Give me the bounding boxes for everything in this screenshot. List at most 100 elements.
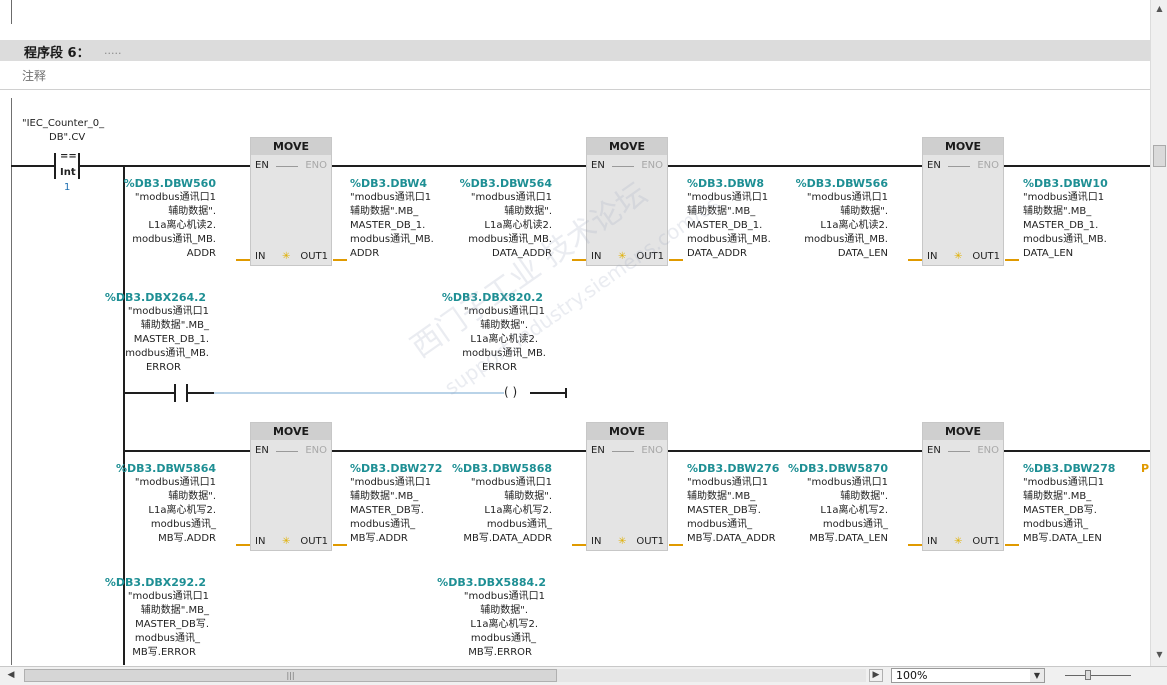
eno-pin: ENO: [641, 445, 663, 456]
operand-line: "modbus通讯口1: [134, 192, 216, 203]
zoom-select[interactable]: 100% ▼: [891, 668, 1045, 683]
operand-line: "modbus通讯口1: [127, 591, 209, 602]
operand-line: "modbus通讯口1: [806, 192, 888, 203]
en-eno-line: [948, 451, 970, 452]
operand-line: "modbus通讯口1: [350, 477, 432, 488]
move-block[interactable]: MOVE EN ENO IN ✳ OUT1: [922, 137, 1004, 266]
top-area: [0, 0, 1150, 40]
operand-address[interactable]: %DB3.DBW5868: [452, 462, 552, 475]
horizontal-scroll-thumb[interactable]: |||: [24, 669, 557, 682]
network-title-placeholder[interactable]: .....: [104, 44, 121, 57]
operand-line: 辅助数据".: [168, 206, 216, 217]
operand-line: modbus通讯_: [150, 519, 216, 530]
operand-line: modbus通讯_: [350, 519, 416, 530]
operand-address[interactable]: %DB3.DBX5884.2: [437, 576, 546, 589]
operand-address[interactable]: %DB3.DBX292.2: [105, 576, 206, 589]
operand-address[interactable]: %DB3.DBW5870: [788, 462, 888, 475]
ladder-network[interactable]: "IEC_Counter_0_ DB".CV == Int 1 MOVE EN EN…: [0, 90, 1150, 665]
chevron-down-icon[interactable]: ▼: [1030, 669, 1044, 682]
operand-line: MASTER_DB写.: [1023, 505, 1097, 516]
operand-line: 辅助数据".MB_: [350, 206, 419, 217]
compare-op[interactable]: ==: [60, 150, 77, 164]
operand-line: MASTER_DB写.: [350, 505, 424, 516]
clipped-operand: P: [1141, 462, 1150, 475]
eno-pin: ENO: [641, 160, 663, 171]
operand-address[interactable]: %DB3.DBW4: [350, 177, 427, 190]
operand-line: L1a离心机写2.: [470, 619, 538, 630]
operand-line: DATA_ADDR: [687, 248, 747, 259]
wire: [530, 392, 566, 394]
move-block[interactable]: MOVE EN ENO IN ✳ OUT1: [250, 137, 332, 266]
sparkle-icon: ✳: [282, 536, 291, 547]
operand-line: 辅助数据".: [840, 491, 888, 502]
operand-line: 辅助数据".: [504, 206, 552, 217]
operand-line: "modbus通讯口1: [1023, 192, 1105, 203]
operand-address[interactable]: %DB3.DBW10: [1023, 177, 1108, 190]
move-block[interactable]: MOVE EN ENO IN ✳ OUT1: [922, 422, 1004, 551]
operand-address[interactable]: %DB3.DBW5864: [116, 462, 216, 475]
zoom-slider-handle[interactable]: [1085, 670, 1091, 680]
down-arrow-icon[interactable]: ▼: [1153, 650, 1166, 662]
operand-line: modbus通讯_: [486, 519, 552, 530]
network-title: 程序段 6：: [24, 46, 90, 61]
operand-line: MASTER_DB_1.: [1023, 220, 1099, 231]
operand-line: 辅助数据".MB_: [687, 491, 756, 502]
contact-tag-line2: DB".CV: [49, 132, 86, 143]
in-pin: IN: [255, 251, 266, 262]
operand-line: ADDR: [186, 248, 216, 259]
coil-symbol[interactable]: ( ): [504, 385, 517, 399]
comment-label[interactable]: 注释: [22, 67, 46, 84]
zoom-slider-track[interactable]: [1065, 675, 1131, 676]
operand-line: "modbus通讯口1: [470, 477, 552, 488]
vertical-scroll-thumb[interactable]: [1153, 145, 1166, 167]
operand-address[interactable]: %DB3.DBW8: [687, 177, 764, 190]
operand-address[interactable]: %DB3.DBW560: [124, 177, 216, 190]
out-connector: [669, 259, 683, 261]
operand-address[interactable]: %DB3.DBX264.2: [105, 291, 206, 304]
compare-value[interactable]: 1: [64, 181, 70, 195]
en-eno-line: [612, 451, 634, 452]
operand-address[interactable]: %DB3.DBW276: [687, 462, 779, 475]
operand-line: modbus通讯_MB.: [687, 234, 771, 245]
eno-pin: ENO: [977, 445, 999, 456]
up-arrow-icon[interactable]: ▲: [1153, 4, 1166, 16]
bottom-toolbar: ◀ ||| ▶ 100% ▼: [0, 666, 1167, 685]
operand-line: modbus通讯_: [134, 633, 200, 644]
operand-line: MB写.ADDR: [350, 533, 408, 544]
operand-address[interactable]: %DB3.DBW272: [350, 462, 442, 475]
operand-line: 辅助数据".MB_: [1023, 206, 1092, 217]
move-block[interactable]: MOVE EN ENO IN ✳ OUT1: [250, 422, 332, 551]
en-pin: EN: [255, 445, 269, 456]
out-pin: OUT1: [972, 536, 1000, 547]
operand-address[interactable]: %DB3.DBW566: [796, 177, 888, 190]
en-pin: EN: [255, 160, 269, 171]
eno-pin: ENO: [305, 160, 327, 171]
move-block[interactable]: MOVE EN ENO IN ✳ OUT1: [586, 422, 668, 551]
in-pin: IN: [591, 251, 602, 262]
operand-line: modbus通讯_: [1023, 519, 1089, 530]
sparkle-icon: ✳: [954, 536, 963, 547]
operand-line: "modbus通讯口1: [463, 591, 545, 602]
in-connector: [908, 259, 922, 261]
operand-line: 辅助数据".: [480, 605, 528, 616]
out-pin: OUT1: [636, 536, 664, 547]
compare-type[interactable]: Int: [60, 166, 76, 180]
network-header[interactable]: 程序段 6： .....: [0, 40, 1150, 61]
operand-address[interactable]: %DB3.DBW564: [460, 177, 552, 190]
network-comment[interactable]: 注释: [0, 61, 1150, 90]
operand-line: 辅助数据".: [504, 491, 552, 502]
out-pin: OUT1: [300, 251, 328, 262]
operand-address[interactable]: %DB3.DBW278: [1023, 462, 1115, 475]
left-arrow-icon[interactable]: ◀: [4, 669, 18, 682]
en-eno-line: [612, 166, 634, 167]
operand-line: modbus通讯_MB.: [125, 348, 209, 359]
operand-line: MB写.DATA_ADDR: [687, 533, 776, 544]
en-eno-line: [276, 166, 298, 167]
right-arrow-icon[interactable]: ▶: [869, 669, 883, 682]
in-connector: [236, 544, 250, 546]
vertical-scrollbar[interactable]: ▲ ▼: [1150, 0, 1167, 666]
out-pin: OUT1: [972, 251, 1000, 262]
zoom-value: 100%: [896, 669, 928, 682]
en-eno-line: [276, 451, 298, 452]
operand-line: MB写.ERROR: [132, 647, 196, 658]
